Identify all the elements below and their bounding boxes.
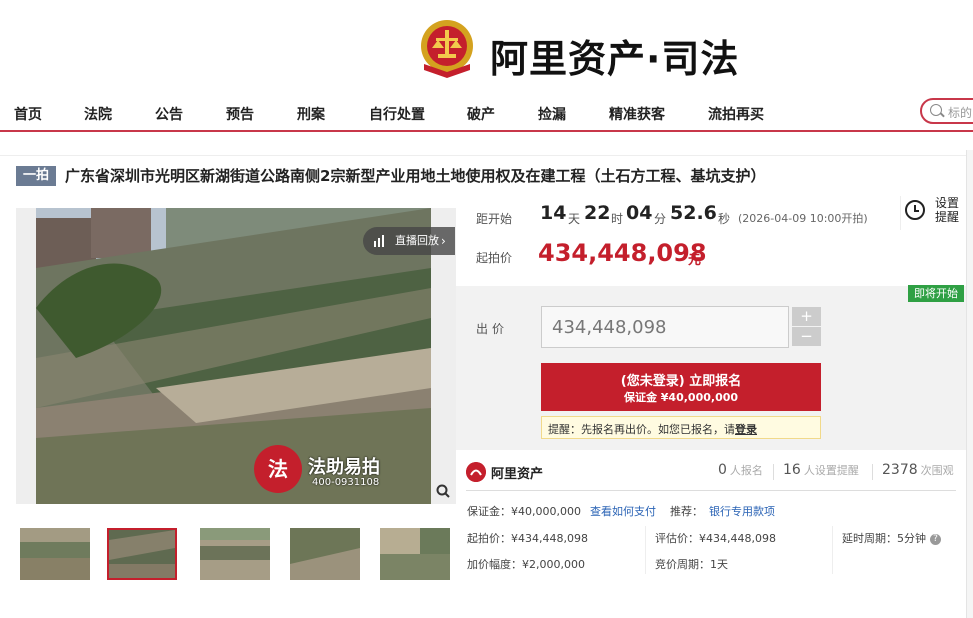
thumbnail-image (109, 530, 175, 578)
countdown-days: 14 (540, 202, 567, 224)
views-count: 2378 (882, 462, 918, 478)
start-time: (2026-04-09 10:00开拍) (738, 212, 868, 225)
login-tip: 提醒：先报名再出价。如您已报名，请登录 (541, 416, 821, 439)
listing-title-bar: 一拍 广东省深圳市光明区新湖街道公路南侧2宗新型产业用地土地使用权及在建工程（土… (0, 155, 973, 196)
watermark: 法 法助易拍 400-0931108 (254, 445, 424, 495)
live-replay-button[interactable]: 直播回放 › (363, 227, 455, 255)
bid-label: 出价 (476, 322, 509, 336)
countdown-minutes: 04 (626, 202, 653, 224)
views-stat: 2378 次围观 (882, 462, 954, 478)
recommend-label: 推荐： (670, 505, 703, 518)
start-price-label: 起拍价 (476, 251, 513, 265)
reminders-stat: 16 人设置提醒 (783, 462, 859, 478)
divider (872, 464, 873, 480)
bank-payment-link[interactable]: 银行专用款项 (709, 503, 775, 519)
increment-info: 加价幅度：¥2,000,000 (467, 558, 585, 571)
countdown-minutes-unit: 分 (654, 212, 667, 226)
site-header: 阿里资产·司法 (0, 0, 973, 90)
reminders-count: 16 (783, 462, 801, 478)
deposit-info: 保证金：¥40,000,000 (467, 505, 581, 518)
reminders-label: 人设置提醒 (803, 464, 859, 477)
appraisal-info: 评估价：¥434,448,098 (655, 532, 776, 545)
nav-item-precise-leads[interactable]: 精准获客 (609, 104, 665, 124)
thumbnail-3[interactable] (200, 528, 270, 580)
login-link[interactable]: 登录 (735, 423, 757, 436)
divider (466, 490, 956, 491)
signup-label: (您未登录) 立即报名 (620, 374, 742, 389)
nav-item-bargain[interactable]: 捡漏 (538, 104, 566, 124)
thumbnail-image (200, 528, 270, 580)
nav-item-self-disposal[interactable]: 自行处置 (369, 104, 425, 124)
thumbnail-1[interactable] (20, 528, 90, 580)
search-placeholder: 标的 (948, 106, 973, 120)
nav-item-resale[interactable]: 流拍再买 (708, 104, 764, 124)
divider (832, 526, 833, 574)
reminder-label-2: 提醒 (935, 210, 960, 224)
decrease-bid-button[interactable]: − (792, 327, 821, 346)
right-edge-panel (966, 150, 973, 618)
search-input[interactable]: 标的 (920, 98, 973, 124)
countdown-seconds-unit: 秒 (718, 212, 731, 226)
signups-label: 人报名 (729, 464, 763, 477)
main-nav: 首页 法院 公告 预告 刑案 自行处置 破产 捡漏 精准获客 流拍再买 (0, 94, 973, 132)
countdown-label: 距开始 (476, 212, 513, 226)
ali-assets-logo-icon (466, 462, 486, 482)
chevron-right-icon: › (441, 234, 446, 248)
countdown-seconds: 52.6 (670, 202, 717, 224)
delay-period-info: 延时周期：5分钟? (842, 530, 941, 546)
signups-count: 0 (718, 462, 727, 478)
start-price-value: 434,448,098 (538, 239, 707, 267)
watermark-phone: 400-0931108 (312, 477, 380, 488)
signup-deposit: 保证金 ¥40,000,000 (623, 391, 739, 404)
countdown-hours: 22 (584, 202, 611, 224)
auction-round-badge: 一拍 (16, 166, 56, 186)
views-label: 次围观 (920, 464, 954, 477)
start-price-unit: 元 (688, 253, 702, 268)
alarm-clock-icon (905, 200, 925, 220)
search-icon (930, 104, 942, 116)
delay-period-text: 延时周期：5分钟 (842, 532, 926, 545)
divider (773, 464, 774, 480)
platform-name: 阿里资产 (491, 467, 544, 482)
nav-item-preview[interactable]: 预告 (226, 104, 254, 124)
nav-item-home[interactable]: 首页 (14, 104, 42, 124)
bidding-period-info: 竞价周期：1天 (655, 558, 728, 571)
thumbnail-image (290, 528, 360, 580)
live-replay-label: 直播回放 (395, 234, 439, 247)
court-emblem-icon (421, 20, 473, 78)
increase-bid-button[interactable]: + (792, 307, 821, 326)
countdown-hours-unit: 时 (611, 212, 624, 226)
watermark-name: 法助易拍 (308, 457, 380, 478)
watermark-logo: 法 (254, 445, 302, 493)
bar-chart-icon (374, 235, 384, 247)
help-icon[interactable]: ? (930, 533, 941, 545)
status-badge: 即将开始 (908, 285, 964, 302)
thumbnail-5[interactable] (380, 528, 450, 580)
start-price-info: 起拍价：¥434,448,098 (467, 532, 588, 545)
nav-item-announcement[interactable]: 公告 (155, 104, 183, 124)
set-reminder-button[interactable]: 设置 提醒 (900, 196, 971, 230)
reminder-label-1: 设置 (935, 196, 960, 210)
thumbnail-4[interactable] (290, 528, 360, 580)
thumbnail-2[interactable] (107, 528, 177, 580)
nav-item-criminal[interactable]: 刑案 (297, 104, 325, 124)
signup-button[interactable]: (您未登录) 立即报名 保证金 ¥40,000,000 (541, 363, 821, 411)
brand-title: 阿里资产·司法 (490, 37, 740, 81)
thumbnail-image (20, 528, 90, 580)
thumbnail-image (380, 528, 450, 580)
countdown-days-unit: 天 (568, 212, 581, 226)
divider (645, 526, 646, 574)
signups-stat: 0 人报名 (718, 462, 763, 478)
zoom-icon[interactable] (436, 484, 450, 498)
how-to-pay-link[interactable]: 查看如何支付 (590, 503, 656, 519)
tip-text: 提醒：先报名再出价。如您已报名，请 (548, 423, 735, 436)
bid-amount-input[interactable] (541, 306, 789, 348)
nav-item-bankruptcy[interactable]: 破产 (467, 104, 495, 124)
page-title: 广东省深圳市光明区新湖街道公路南侧2宗新型产业用地土地使用权及在建工程（土石方工… (65, 167, 766, 185)
nav-item-court[interactable]: 法院 (84, 104, 112, 124)
